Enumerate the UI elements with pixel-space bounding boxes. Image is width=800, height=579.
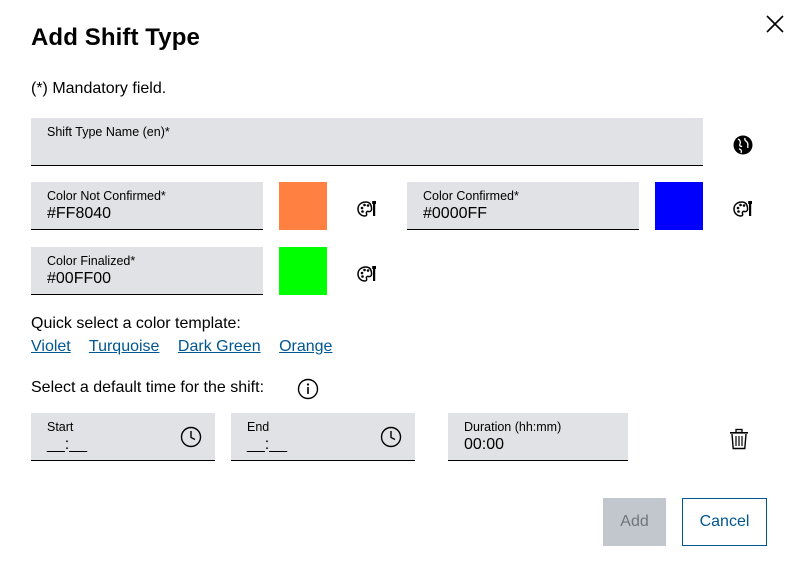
- add-button[interactable]: Add: [603, 498, 666, 546]
- template-link-dark-green[interactable]: Dark Green: [178, 338, 261, 355]
- template-link-orange[interactable]: Orange: [279, 338, 332, 355]
- color-finalized-swatch: [279, 247, 327, 295]
- color-not-confirmed-swatch: [279, 182, 327, 230]
- color-confirmed-value: #0000FF: [423, 205, 488, 222]
- globe-icon[interactable]: [732, 134, 754, 156]
- info-icon[interactable]: [297, 378, 319, 400]
- color-finalized-value: #00FF00: [47, 270, 112, 287]
- end-time-value: __:__: [247, 436, 288, 453]
- duration-field[interactable]: Duration (hh:mm) 00:00: [448, 413, 628, 461]
- color-finalized-label: Color Finalized*: [47, 254, 136, 268]
- end-time-field[interactable]: End __:__: [231, 413, 415, 461]
- start-time-label: Start: [47, 420, 74, 434]
- color-template-prompt: Quick select a color template:: [31, 315, 241, 332]
- end-time-label: End: [247, 420, 270, 434]
- template-link-turquoise[interactable]: Turquoise: [89, 338, 160, 355]
- color-palette-icon[interactable]: [356, 198, 378, 220]
- trash-icon[interactable]: [728, 428, 750, 450]
- cancel-button[interactable]: Cancel: [682, 498, 767, 546]
- color-not-confirmed-field[interactable]: Color Not Confirmed* #FF8040: [31, 182, 263, 230]
- start-time-value: __:__: [47, 436, 88, 453]
- color-finalized-field[interactable]: Color Finalized* #00FF00: [31, 247, 263, 295]
- shift-type-name-field[interactable]: Shift Type Name (en)*: [31, 118, 703, 166]
- mandatory-note: (*) Mandatory field.: [31, 80, 167, 97]
- default-time-prompt: Select a default time for the shift:: [31, 379, 265, 396]
- start-time-field[interactable]: Start __:__: [31, 413, 215, 461]
- duration-value: 00:00: [464, 436, 505, 453]
- clock-icon[interactable]: [380, 426, 402, 448]
- color-palette-icon[interactable]: [732, 198, 754, 220]
- shift-type-name-label: Shift Type Name (en)*: [47, 125, 170, 139]
- color-confirmed-label: Color Confirmed*: [423, 189, 519, 203]
- clock-icon[interactable]: [180, 426, 202, 448]
- color-not-confirmed-label: Color Not Confirmed*: [47, 189, 166, 203]
- color-confirmed-field[interactable]: Color Confirmed* #0000FF: [407, 182, 639, 230]
- color-template-links: Violet Turquoise Dark Green Orange: [31, 338, 346, 356]
- color-not-confirmed-value: #FF8040: [47, 205, 112, 222]
- close-icon[interactable]: [764, 13, 786, 35]
- add-shift-type-dialog: Add Shift Type (*) Mandatory field. Shif…: [0, 0, 800, 579]
- template-link-violet[interactable]: Violet: [31, 338, 71, 355]
- color-palette-icon[interactable]: [356, 263, 378, 285]
- color-confirmed-swatch: [655, 182, 703, 230]
- dialog-title: Add Shift Type: [31, 24, 200, 51]
- duration-label: Duration (hh:mm): [464, 420, 562, 434]
